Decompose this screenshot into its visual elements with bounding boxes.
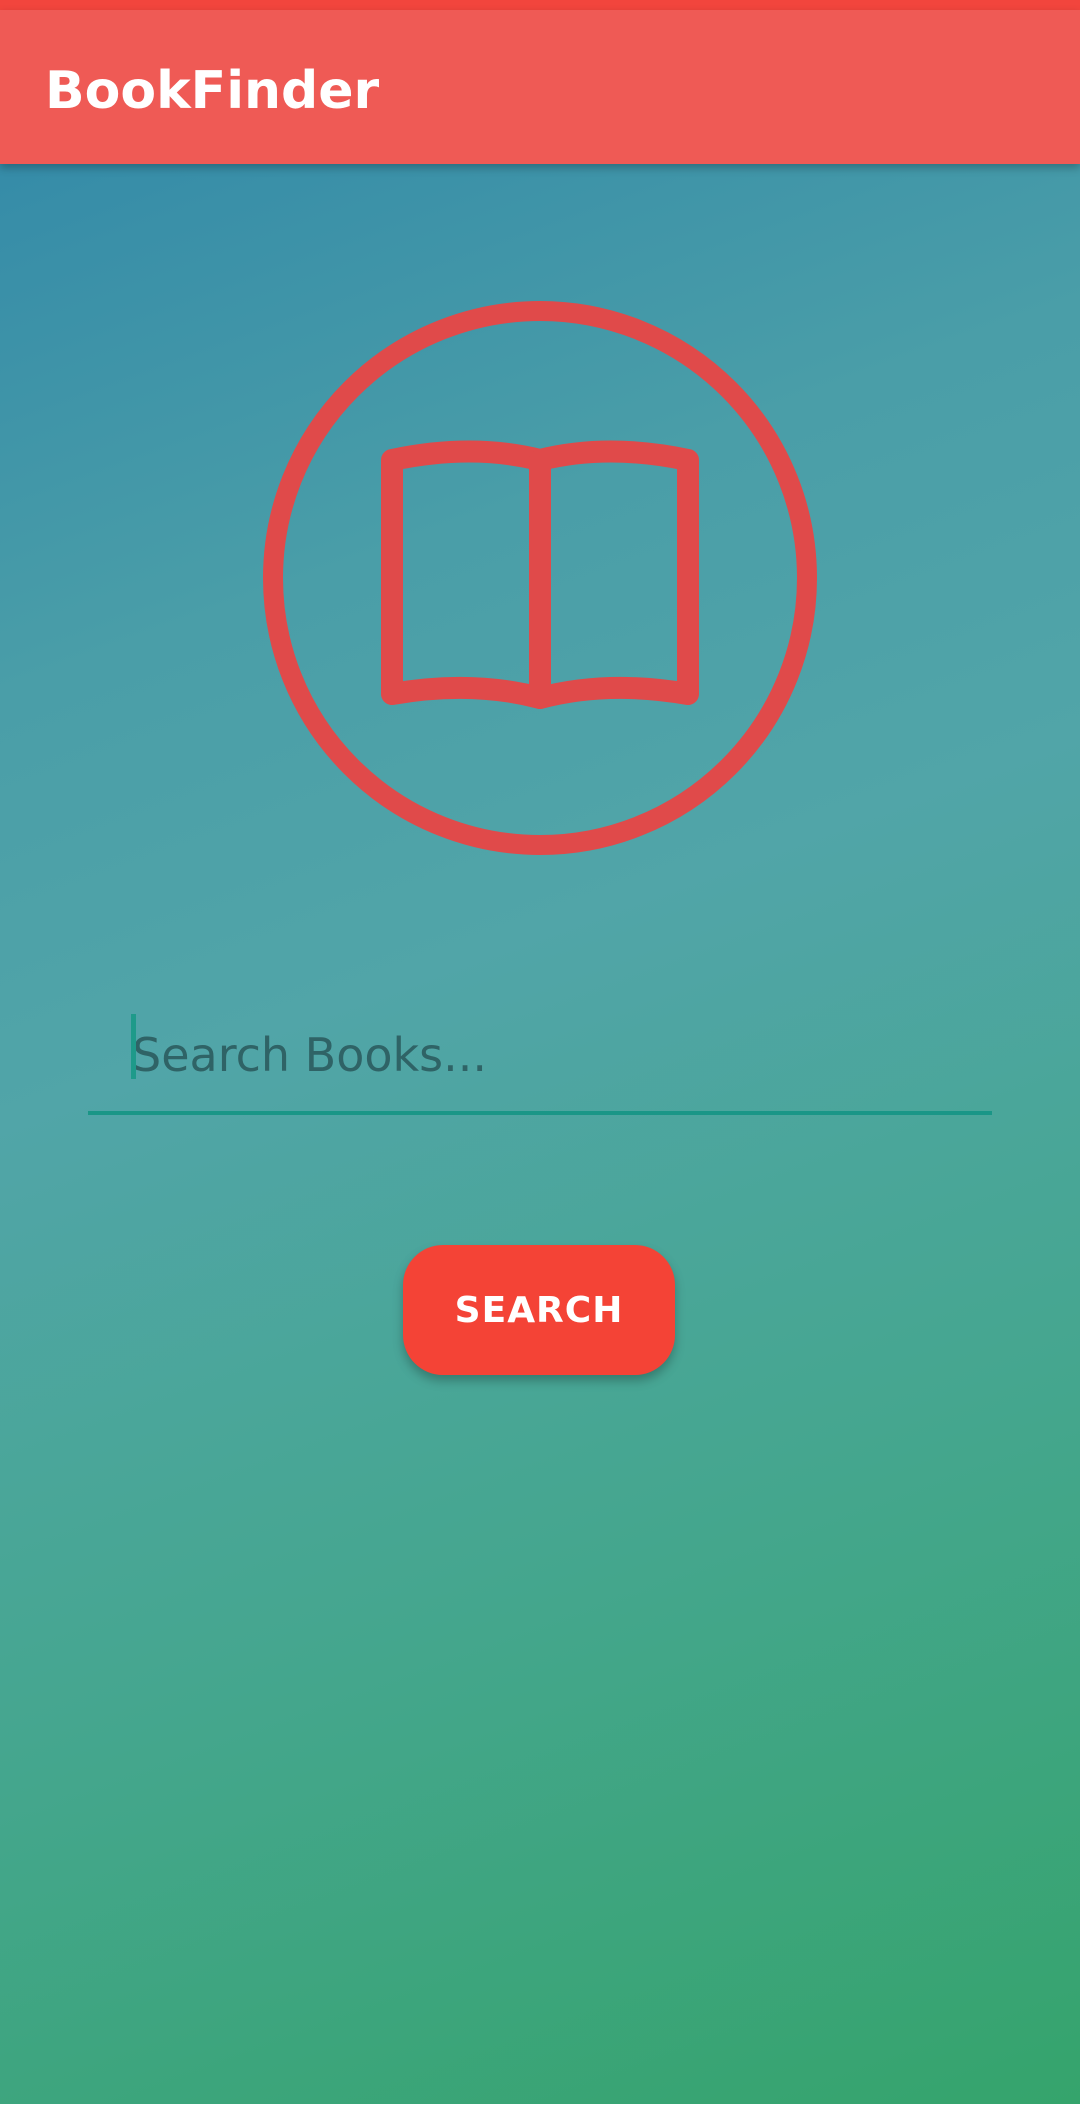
status-bar [0,0,1080,10]
search-button[interactable]: SEARCH [403,1245,675,1375]
search-input-underline [88,1111,992,1115]
text-cursor [131,1014,136,1079]
search-field[interactable] [88,1000,992,1115]
search-input[interactable] [88,1000,992,1110]
book-logo-icon [262,300,818,856]
app-bar: BookFinder [0,10,1080,164]
app-title: BookFinder [45,61,380,121]
